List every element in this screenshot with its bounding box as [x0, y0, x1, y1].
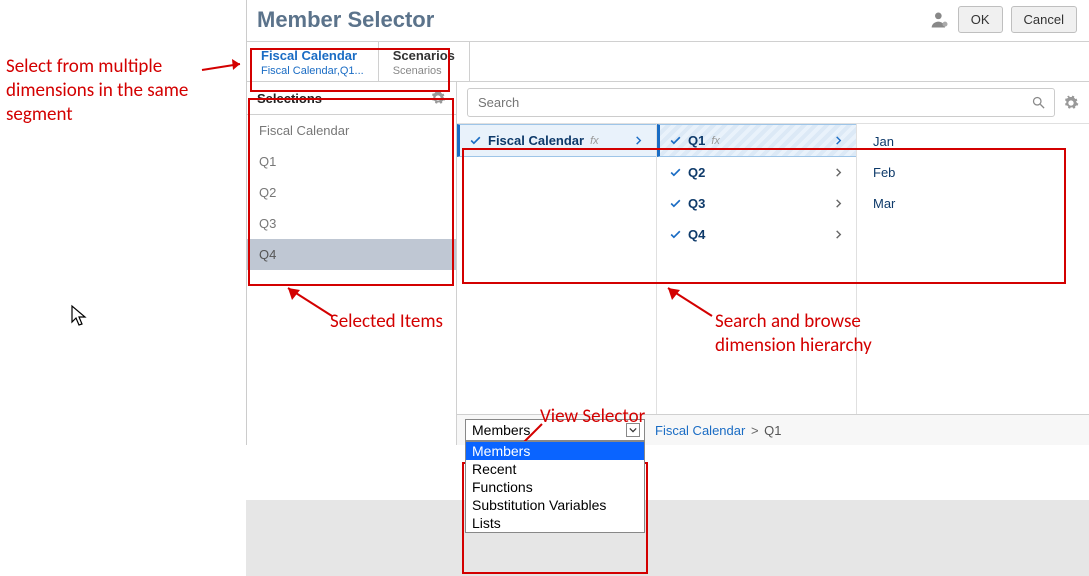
hierarchy-item-q2[interactable]: Q2	[657, 157, 856, 188]
view-option-lists[interactable]: Lists	[466, 514, 644, 532]
hierarchy-column-3: Jan Feb Mar	[857, 124, 1089, 414]
gear-icon[interactable]	[1063, 95, 1079, 111]
view-option-functions[interactable]: Functions	[466, 478, 644, 496]
check-icon	[669, 134, 682, 147]
chevron-right-icon	[833, 198, 844, 209]
tab-subtitle: Scenarios	[393, 65, 455, 77]
hierarchy-label: Q4	[688, 227, 705, 242]
selections-label: Selections	[257, 91, 322, 106]
dimension-tabs: Fiscal Calendar Fiscal Calendar,Q1... Sc…	[247, 42, 1089, 82]
selections-list: Fiscal Calendar Q1 Q2 Q3 Q4	[247, 115, 456, 270]
view-selector[interactable]: Members	[465, 419, 645, 441]
selections-panel: Selections Fiscal Calendar Q1 Q2 Q3 Q4	[247, 82, 457, 445]
gear-icon[interactable]	[430, 90, 446, 106]
browse-panel: Fiscal Calendar fx Q1 fx	[457, 82, 1089, 445]
annotation-multi-dimensions: Select from multiple dimensions in the s…	[6, 55, 236, 126]
tab-title: Scenarios	[393, 48, 455, 63]
search-row	[457, 82, 1089, 124]
hierarchy-leaf-jan[interactable]: Jan	[857, 124, 1089, 157]
view-selector-dropdown: Members Recent Functions Substitution Va…	[465, 441, 645, 533]
ok-button[interactable]: OK	[958, 6, 1003, 33]
hierarchy-item-q3[interactable]: Q3	[657, 188, 856, 219]
selection-item[interactable]: Q2	[247, 177, 456, 208]
hierarchy-label: Q1	[688, 133, 705, 148]
hierarchy-label: Q2	[688, 165, 705, 180]
hierarchy-item-q1[interactable]: Q1 fx	[657, 124, 856, 157]
view-option-members[interactable]: Members	[466, 442, 644, 460]
search-icon[interactable]	[1031, 95, 1046, 110]
page-title: Member Selector	[257, 7, 434, 33]
hierarchy-label: Q3	[688, 196, 705, 211]
view-selector-value: Members	[472, 422, 530, 438]
hierarchy-item-q4[interactable]: Q4	[657, 219, 856, 250]
member-selector-dialog: Member Selector OK Cancel Fiscal Calenda…	[246, 0, 1089, 445]
hierarchy-browser: Fiscal Calendar fx Q1 fx	[457, 124, 1089, 414]
hierarchy-item-fiscal-calendar[interactable]: Fiscal Calendar fx	[457, 124, 656, 157]
check-icon	[469, 134, 482, 147]
footer-bar: Members Fiscal Calendar > Q1 Members Rec…	[457, 414, 1089, 445]
hierarchy-column-1: Fiscal Calendar fx	[457, 124, 657, 414]
chevron-right-icon	[633, 135, 644, 146]
hierarchy-column-2: Q1 fx Q2	[657, 124, 857, 414]
chevron-right-icon	[833, 135, 844, 146]
chevron-right-icon	[833, 167, 844, 178]
check-icon	[669, 197, 682, 210]
cursor-icon	[70, 304, 88, 328]
view-option-substitution-variables[interactable]: Substitution Variables	[466, 496, 644, 514]
hierarchy-leaf-mar[interactable]: Mar	[857, 188, 1089, 219]
chevron-right-icon	[833, 229, 844, 240]
hierarchy-leaf-feb[interactable]: Feb	[857, 157, 1089, 188]
check-icon	[669, 166, 682, 179]
view-option-recent[interactable]: Recent	[466, 460, 644, 478]
annotation-arrow	[202, 58, 250, 78]
selections-header: Selections	[247, 82, 456, 115]
cancel-button[interactable]: Cancel	[1011, 6, 1077, 33]
breadcrumb: Fiscal Calendar > Q1	[645, 419, 782, 438]
chevron-down-icon	[626, 423, 640, 437]
tab-title: Fiscal Calendar	[261, 48, 364, 63]
breadcrumb-current: Q1	[764, 423, 781, 438]
breadcrumb-root[interactable]: Fiscal Calendar	[655, 423, 745, 438]
tab-fiscal-calendar[interactable]: Fiscal Calendar Fiscal Calendar,Q1...	[247, 42, 379, 81]
tab-scenarios[interactable]: Scenarios Scenarios	[379, 42, 470, 81]
search-box[interactable]	[467, 88, 1055, 117]
check-icon	[669, 228, 682, 241]
titlebar: Member Selector OK Cancel	[247, 0, 1089, 42]
selection-item[interactable]: Fiscal Calendar	[247, 115, 456, 146]
selection-item[interactable]: Q1	[247, 146, 456, 177]
tab-subtitle: Fiscal Calendar,Q1...	[261, 65, 364, 77]
hierarchy-label: Fiscal Calendar	[488, 133, 584, 148]
selection-item[interactable]: Q4	[247, 239, 456, 270]
fx-badge: fx	[711, 135, 720, 147]
breadcrumb-separator: >	[751, 423, 759, 438]
content-area: Selections Fiscal Calendar Q1 Q2 Q3 Q4	[247, 82, 1089, 445]
search-input[interactable]	[476, 94, 1031, 111]
selection-item[interactable]: Q3	[247, 208, 456, 239]
user-settings-icon[interactable]	[930, 10, 950, 30]
fx-badge: fx	[590, 135, 599, 147]
